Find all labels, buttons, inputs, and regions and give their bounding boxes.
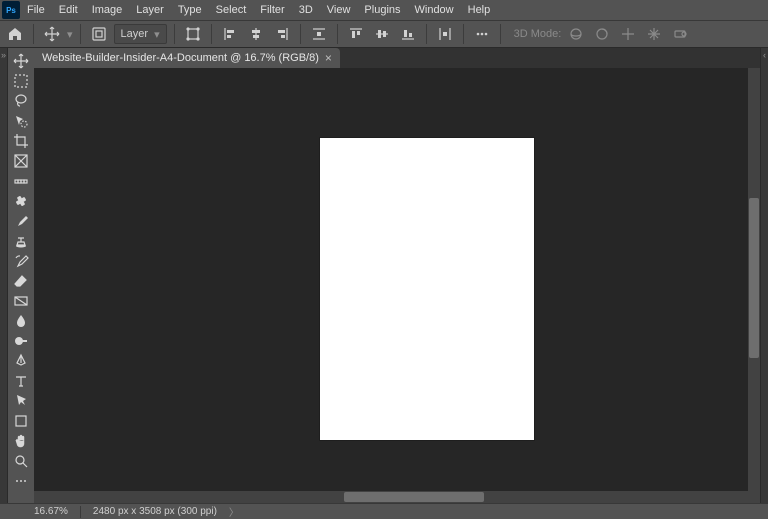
3d-orbit-button[interactable] [565, 23, 587, 45]
document-tab-title: Website-Builder-Insider-A4-Document @ 16… [42, 52, 319, 64]
app-logo: Ps [2, 1, 20, 19]
path-select-tool[interactable] [10, 391, 32, 411]
distribute-hspacing-button[interactable] [308, 23, 330, 45]
home-button[interactable] [4, 23, 26, 45]
menu-help[interactable]: Help [461, 0, 498, 20]
menu-edit[interactable]: Edit [52, 0, 85, 20]
canvas[interactable] [34, 68, 760, 503]
marquee-tool[interactable] [10, 71, 32, 91]
clone-stamp-tool[interactable] [10, 231, 32, 251]
more-options-button[interactable] [471, 23, 493, 45]
dodge-tool[interactable] [10, 331, 32, 351]
auto-select-layer-dropdown[interactable]: Layer ▾ [114, 24, 167, 44]
spot-heal-tool[interactable] [10, 191, 32, 211]
chevron-down-icon[interactable]: ▾ [67, 28, 73, 41]
crop-tool[interactable] [10, 131, 32, 151]
align-right-button[interactable] [271, 23, 293, 45]
document-area: Website-Builder-Insider-A4-Document @ 16… [34, 48, 760, 503]
horizontal-scrollbar[interactable] [34, 491, 748, 503]
hand-tool[interactable] [10, 431, 32, 451]
edit-toolbar-button[interactable] [10, 471, 32, 491]
toolbar-collapse-handle[interactable]: » [0, 48, 8, 503]
menu-bar: Ps File Edit Image Layer Type Select Fil… [0, 0, 768, 20]
zoom-tool[interactable] [10, 451, 32, 471]
align-bottom-button[interactable] [397, 23, 419, 45]
options-bar: ▾ Layer ▾ 3D Mode: [0, 20, 768, 48]
menu-file[interactable]: File [20, 0, 52, 20]
menu-window[interactable]: Window [408, 0, 461, 20]
eraser-tool[interactable] [10, 271, 32, 291]
move-tool[interactable] [10, 51, 32, 71]
status-dimensions[interactable]: 2480 px x 3508 px (300 ppi) [93, 506, 217, 517]
mode-3d-label: 3D Mode: [514, 28, 562, 40]
menu-image[interactable]: Image [85, 0, 130, 20]
menu-type[interactable]: Type [171, 0, 209, 20]
blur-tool[interactable] [10, 311, 32, 331]
move-tool-indicator[interactable] [41, 23, 63, 45]
align-vcenter-button[interactable] [371, 23, 393, 45]
close-icon[interactable]: × [325, 51, 332, 65]
frame-tool[interactable] [10, 151, 32, 171]
menu-select[interactable]: Select [209, 0, 254, 20]
document-tab[interactable]: Website-Builder-Insider-A4-Document @ 16… [34, 48, 340, 68]
layer-dropdown-label: Layer [121, 28, 149, 40]
pen-tool[interactable] [10, 351, 32, 371]
eyedropper-tool[interactable] [10, 171, 32, 191]
3d-slide-button[interactable] [643, 23, 665, 45]
status-disclosure-icon[interactable]: 〉 [229, 504, 239, 519]
vertical-scrollbar[interactable] [748, 68, 760, 503]
canvas-page [320, 138, 534, 440]
menu-3d[interactable]: 3D [292, 0, 320, 20]
menu-view[interactable]: View [320, 0, 358, 20]
status-zoom[interactable]: 16.67% [34, 506, 68, 517]
quick-select-tool[interactable] [10, 111, 32, 131]
3d-roll-button[interactable] [591, 23, 613, 45]
menu-layer[interactable]: Layer [129, 0, 171, 20]
status-bar: 16.67% 2480 px x 3508 px (300 ppi) 〉 [0, 503, 768, 519]
menu-filter[interactable]: Filter [253, 0, 291, 20]
auto-select-toggle[interactable] [88, 23, 110, 45]
distribute-vspacing-button[interactable] [434, 23, 456, 45]
3d-zoom-button[interactable] [669, 23, 691, 45]
toolbar [8, 48, 34, 503]
workspace: » Website-Builder-Insider-A4-Document @ … [0, 48, 768, 503]
transform-controls-toggle[interactable] [182, 23, 204, 45]
gradient-tool[interactable] [10, 291, 32, 311]
shape-tool[interactable] [10, 411, 32, 431]
3d-pan-button[interactable] [617, 23, 639, 45]
type-tool[interactable] [10, 371, 32, 391]
menu-plugins[interactable]: Plugins [357, 0, 407, 20]
align-left-button[interactable] [219, 23, 241, 45]
align-top-button[interactable] [345, 23, 367, 45]
chevron-down-icon: ▾ [154, 28, 160, 41]
document-tab-bar: Website-Builder-Insider-A4-Document @ 16… [34, 48, 760, 68]
brush-tool[interactable] [10, 211, 32, 231]
history-brush-tool[interactable] [10, 251, 32, 271]
panel-collapse-handle[interactable]: ‹ [760, 48, 768, 503]
lasso-tool[interactable] [10, 91, 32, 111]
align-hcenter-button[interactable] [245, 23, 267, 45]
